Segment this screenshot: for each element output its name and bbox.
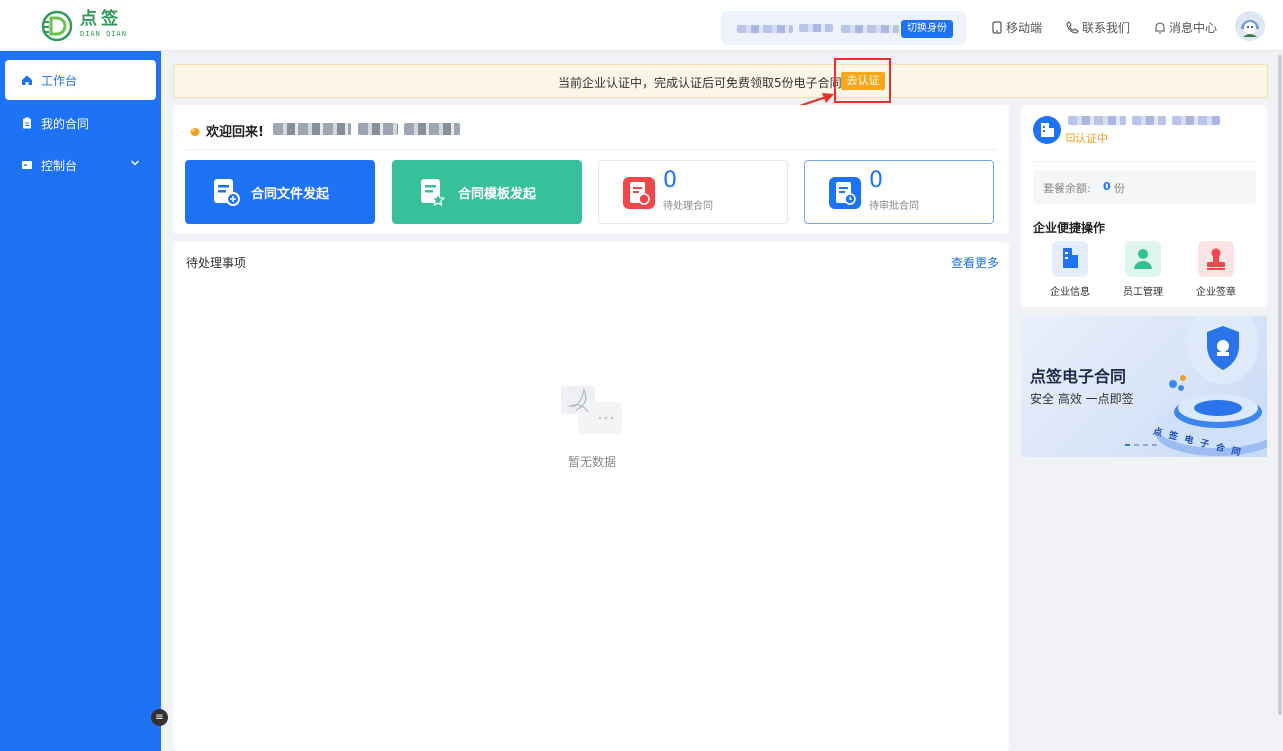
company-seal-button[interactable] <box>1198 241 1234 277</box>
bell-icon <box>1155 21 1165 34</box>
home-icon <box>22 75 32 85</box>
panel-divider <box>185 149 997 150</box>
template-initiate-label: 合同模板发起 <box>458 186 537 202</box>
company-avatar <box>1033 116 1061 144</box>
carousel-dot[interactable] <box>1143 444 1148 446</box>
quick-actions-title: 企业便捷操作 <box>1033 221 1106 235</box>
approval-count: 0 <box>869 168 883 193</box>
blurred-user-name <box>358 123 398 135</box>
blurred-company-name <box>1132 116 1166 125</box>
logo-text-cn: 点签 <box>80 9 122 29</box>
todo-panel <box>173 242 1009 751</box>
clipboard-icon <box>23 117 31 129</box>
sidebar-item-label: 控制台 <box>41 158 78 173</box>
user-avatar[interactable] <box>1235 11 1265 41</box>
template-star-icon <box>421 179 446 207</box>
building-icon <box>1041 123 1054 137</box>
phone-icon <box>992 20 1002 34</box>
sidebar-item-console[interactable]: 控制台 <box>5 145 156 185</box>
company-divider <box>1033 161 1256 162</box>
avatar-face-icon <box>1235 11 1265 41</box>
carousel-dot[interactable] <box>1152 444 1157 446</box>
empty-data-text: 暂无数据 <box>568 455 617 469</box>
document-add-icon <box>214 179 240 206</box>
chevron-down-icon <box>131 160 139 166</box>
pending-contract-icon <box>623 177 655 209</box>
welcome-text: 欢迎回来! <box>206 125 264 140</box>
user-icon <box>1134 249 1152 269</box>
blurred-account-name <box>737 25 793 33</box>
wave-hand-icon <box>190 127 200 136</box>
pending-count: 0 <box>663 168 677 193</box>
sidebar-item-label: 我的合同 <box>41 116 90 131</box>
package-balance: 套餐余额: 0 份 <box>1033 170 1256 204</box>
contact-link[interactable]: 联系我们 <box>1066 18 1130 36</box>
sidebar: 工作台 我的合同 控制台 <box>0 51 161 751</box>
sidebar-item-workbench[interactable]: 工作台 <box>5 60 156 100</box>
banner-title: 点签电子合同 <box>1030 367 1127 386</box>
carousel-dot[interactable] <box>1134 444 1139 446</box>
mobile-link[interactable]: 移动端 <box>991 18 1042 36</box>
banner-carousel-dots[interactable] <box>1125 444 1165 448</box>
approval-label: 待审批合同 <box>869 201 919 212</box>
pending-contracts-card[interactable]: 0 待处理合同 <box>598 160 788 224</box>
company-info-button[interactable] <box>1052 241 1088 277</box>
annotation-highlight-box <box>834 58 891 103</box>
balance-value: 0 <box>1103 180 1111 193</box>
message-center-label: 消息中心 <box>1169 20 1218 35</box>
approval-contract-icon <box>829 177 861 209</box>
pending-label: 待处理合同 <box>663 201 713 212</box>
promo-banner[interactable]: 点签电子合同 安全 高效 一点即签 点 签 电 子 合 同 <box>1021 316 1267 457</box>
brand-logo[interactable]: 点签 DIAN QIAN <box>40 8 130 44</box>
balance-label: 套餐余额: <box>1043 182 1091 195</box>
cert-status-label: 认证中 <box>1075 132 1108 145</box>
quick-label-company-info: 企业信息 <box>1050 287 1090 298</box>
page-scrollbar[interactable] <box>1278 55 1282 715</box>
welcome-greeting: 欢迎回来! <box>188 121 264 140</box>
todo-title: 待处理事项 <box>186 256 247 270</box>
approval-contracts-card[interactable]: 0 待审批合同 <box>804 160 994 224</box>
banner-subtitle: 安全 高效 一点即签 <box>1030 392 1134 406</box>
certification-notice: 当前企业认证中，完成认证后可免费领取5份电子合同。 <box>173 64 1268 98</box>
file-initiate-label: 合同文件发起 <box>251 186 330 202</box>
employee-management-button[interactable] <box>1125 241 1161 277</box>
blurred-account-name <box>799 24 833 32</box>
logo-mark-icon <box>41 10 73 42</box>
telephone-icon <box>1066 20 1079 34</box>
quick-label-seal: 企业签章 <box>1196 287 1236 298</box>
carousel-dot[interactable] <box>1125 444 1130 446</box>
mobile-link-label: 移动端 <box>1006 20 1043 35</box>
template-initiate-button[interactable]: 合同模板发起 <box>392 160 582 224</box>
blurred-company-name <box>1172 116 1220 125</box>
seal-icon <box>1207 248 1225 270</box>
file-initiate-button[interactable]: 合同文件发起 <box>185 160 375 224</box>
message-center-link[interactable]: 消息中心 <box>1154 18 1217 36</box>
blurred-company-name <box>1068 116 1126 125</box>
cert-status-icon <box>1066 133 1075 142</box>
blurred-user-name <box>404 123 460 135</box>
quick-label-employee: 员工管理 <box>1123 287 1163 298</box>
notice-text: 当前企业认证中，完成认证后可免费领取5份电子合同。 <box>558 76 854 90</box>
switch-identity-button[interactable]: 切换身份 <box>901 20 953 38</box>
logo-text-en: DIAN QIAN <box>80 30 127 38</box>
building-icon <box>1063 248 1078 268</box>
balance-unit: 份 <box>1114 182 1125 195</box>
top-header: 点签 DIAN QIAN 切换身份 移动端 联系我们 消息中心 <box>0 0 1283 51</box>
view-more-link[interactable]: 查看更多 <box>951 254 999 271</box>
console-icon <box>22 161 32 169</box>
cert-status: 认证中 <box>1066 130 1108 146</box>
empty-data-icon <box>561 386 622 434</box>
contact-link-label: 联系我们 <box>1082 20 1131 35</box>
blurred-account-name <box>841 25 899 33</box>
collapse-sidebar-button[interactable]: ≡ <box>151 709 168 726</box>
blurred-user-name <box>273 123 351 135</box>
sidebar-item-label: 工作台 <box>41 73 78 88</box>
sidebar-item-my-contracts[interactable]: 我的合同 <box>5 103 156 143</box>
